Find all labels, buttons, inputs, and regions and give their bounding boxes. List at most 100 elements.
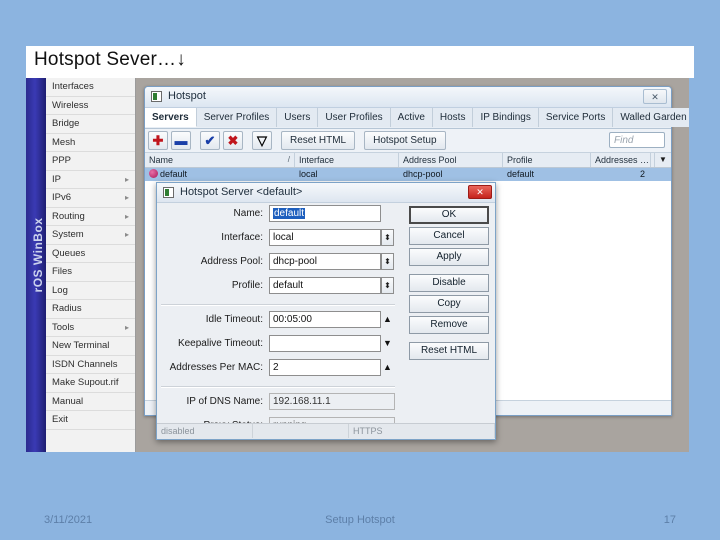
sidebar-item-label: Wireless <box>52 99 89 111</box>
remove-button[interactable]: ▬ <box>171 131 191 150</box>
hotspot-setup-button[interactable]: Hotspot Setup <box>364 131 446 150</box>
sidebar-item-system[interactable]: System ▸ <box>46 226 135 245</box>
input-interface[interactable]: local <box>269 229 381 246</box>
dialog-form[interactable]: Name: default Interface: local ⬍ Address Pool… <box>157 202 403 438</box>
tab-servers[interactable]: Servers <box>145 108 197 127</box>
cell-addresses: 2 <box>639 169 645 179</box>
sidebar-item-radius[interactable]: Radius <box>46 300 135 319</box>
winbox-sidebar-strip: rOS WinBox <box>26 78 46 452</box>
reset-html-button[interactable]: Reset HTML <box>409 342 489 360</box>
tab-ip-bindings[interactable]: IP Bindings <box>473 108 539 127</box>
sidebar-item-label: Manual <box>52 395 84 407</box>
input-idle-timeout[interactable]: 00:05:00 <box>269 311 381 328</box>
enable-button[interactable]: ✔ <box>200 131 220 150</box>
sidebar-item-manual[interactable]: Manual <box>46 393 135 411</box>
tab-user-profiles[interactable]: User Profiles <box>318 108 391 127</box>
column-header-address-pool[interactable]: Address Pool <box>399 153 503 167</box>
hotspot-toolbar[interactable]: ✚ ▬ ✔ ✖ ▽ Reset HTML Hotspot Setup Find <box>145 129 671 153</box>
status-cell-2 <box>253 424 349 438</box>
column-header-addresses[interactable]: Addresses … <box>591 153 651 167</box>
tab-active[interactable]: Active <box>390 108 433 127</box>
sidebar-item-queues[interactable]: Queues <box>46 245 135 263</box>
column-chooser-icon[interactable]: ▼ <box>654 153 671 167</box>
tab-hosts[interactable]: Hosts <box>432 108 474 127</box>
hotspot-tabstrip[interactable]: Servers Server Profiles Users User Profiles… <box>145 108 689 129</box>
find-input[interactable]: Find <box>609 132 665 148</box>
sidebar-item-make-supout-rif[interactable]: Make Supout.rif <box>46 374 135 393</box>
dropdown-arrow-icon[interactable]: ⬍ <box>381 253 394 270</box>
sidebar-item-label: PPP <box>52 155 72 166</box>
sidebar-item-exit[interactable]: Exit <box>46 411 135 430</box>
sidebar-item-log[interactable]: Log <box>46 282 135 300</box>
sidebar-item-ppp[interactable]: PPP <box>46 152 135 171</box>
field-row-keepalive-timeout: Keepalive Timeout: ▼ <box>157 335 403 356</box>
input-name[interactable]: default <box>269 205 381 222</box>
column-header-profile[interactable]: Profile <box>503 153 591 167</box>
disable-button[interactable]: Disable <box>409 274 489 292</box>
disable-button[interactable]: ✖ <box>223 131 243 150</box>
tab-service-ports[interactable]: Service Ports <box>538 108 614 127</box>
chevron-right-icon: ▸ <box>124 193 129 202</box>
sidebar-item-interfaces[interactable]: Interfaces <box>46 78 135 97</box>
reset-html-button[interactable]: Reset HTML <box>281 131 356 150</box>
label-addresses-per-mac: Addresses Per MAC: <box>169 362 263 373</box>
cell-address-pool: dhcp-pool <box>403 169 443 179</box>
label-idle-timeout: Idle Timeout: <box>205 314 263 325</box>
chevron-right-icon: ▸ <box>124 174 129 184</box>
field-row-addresses-per-mac: Addresses Per MAC: 2 ▲ <box>157 359 403 380</box>
sidebar-item-tools[interactable]: Tools ▸ <box>46 319 135 337</box>
cell-interface: local <box>299 169 318 179</box>
sidebar-item-routing[interactable]: Routing ▸ <box>46 208 135 226</box>
tab-users[interactable]: Users <box>277 108 319 127</box>
tab-server-profiles[interactable]: Server Profiles <box>196 108 278 127</box>
dialog-app-icon <box>163 187 174 198</box>
screenshot-area: rOS WinBox Interfaces Wireless Bridge Mesh P… <box>26 78 689 452</box>
dialog-titlebar[interactable]: Hotspot Server <default> ✕ <box>157 183 495 203</box>
hotspot-window-titlebar[interactable]: Hotspot ✕ <box>145 87 671 108</box>
sidebar-item-new-terminal[interactable]: New Terminal <box>46 337 135 356</box>
input-addresses-per-mac[interactable]: 2 <box>269 359 381 376</box>
sidebar-item-isdn-channels[interactable]: ISDN Channels <box>46 356 135 374</box>
cancel-button[interactable]: Cancel <box>409 227 489 245</box>
sidebar-item-label: New Terminal <box>52 340 110 351</box>
winbox-main-menu[interactable]: Interfaces Wireless Bridge Mesh PPP IP ▸ IPv6 ▸ R… <box>46 78 136 452</box>
input-profile[interactable]: default <box>269 277 381 294</box>
dialog-close-icon[interactable]: ✕ <box>468 185 492 199</box>
sidebar-item-mesh[interactable]: Mesh <box>46 134 135 152</box>
copy-button[interactable]: Copy <box>409 295 489 313</box>
apply-button[interactable]: Apply <box>409 248 489 266</box>
spinner-up-icon[interactable]: ▲ <box>383 360 392 375</box>
close-icon[interactable]: ✕ <box>643 89 667 104</box>
column-header-interface[interactable]: Interface <box>295 153 399 167</box>
field-row-ip-of-dns-name: IP of DNS Name: 192.168.11.1 <box>157 393 403 414</box>
tab-walled-garden[interactable]: Walled Garden <box>613 108 689 127</box>
sort-indicator-icon: / <box>287 155 290 164</box>
sidebar-item-wireless[interactable]: Wireless <box>46 97 135 115</box>
dialog-button-column[interactable]: OK Cancel Apply Disable Copy Remove Reset HTML <box>409 206 489 363</box>
sidebar-item-files[interactable]: Files <box>46 263 135 282</box>
label-interface: Interface: <box>221 232 263 243</box>
spinner-up-icon[interactable]: ▲ <box>383 312 392 327</box>
sidebar-item-bridge[interactable]: Bridge <box>46 115 135 134</box>
column-header-name[interactable]: Name / <box>145 153 295 167</box>
dropdown-arrow-icon[interactable]: ⬍ <box>381 277 394 294</box>
sidebar-item-label: ISDN Channels <box>52 358 118 370</box>
sidebar-item-label: Tools <box>52 321 75 333</box>
spinner-down-icon[interactable]: ▼ <box>383 336 392 351</box>
input-address-pool[interactable]: dhcp-pool <box>269 253 381 270</box>
input-keepalive-timeout[interactable] <box>269 335 381 352</box>
sidebar-item-ip[interactable]: IP ▸ <box>46 171 135 189</box>
remove-button[interactable]: Remove <box>409 316 489 334</box>
ok-button[interactable]: OK <box>409 206 489 224</box>
sidebar-item-ipv6[interactable]: IPv6 ▸ <box>46 189 135 208</box>
dropdown-arrow-icon[interactable]: ⬍ <box>381 229 394 246</box>
table-row[interactable]: default local dhcp-pool default 2 <box>145 168 671 181</box>
label-profile: Profile: <box>231 280 263 291</box>
selected-text: default <box>273 208 306 219</box>
field-row-profile: Profile: default ⬍ <box>157 277 403 298</box>
field-row-address-pool: Address Pool: dhcp-pool ⬍ <box>157 253 403 274</box>
field-row-interface: Interface: local ⬍ <box>157 229 403 250</box>
sidebar-item-label: Queues <box>52 247 86 259</box>
filter-icon[interactable]: ▽ <box>252 131 272 150</box>
add-button[interactable]: ✚ <box>148 131 168 150</box>
